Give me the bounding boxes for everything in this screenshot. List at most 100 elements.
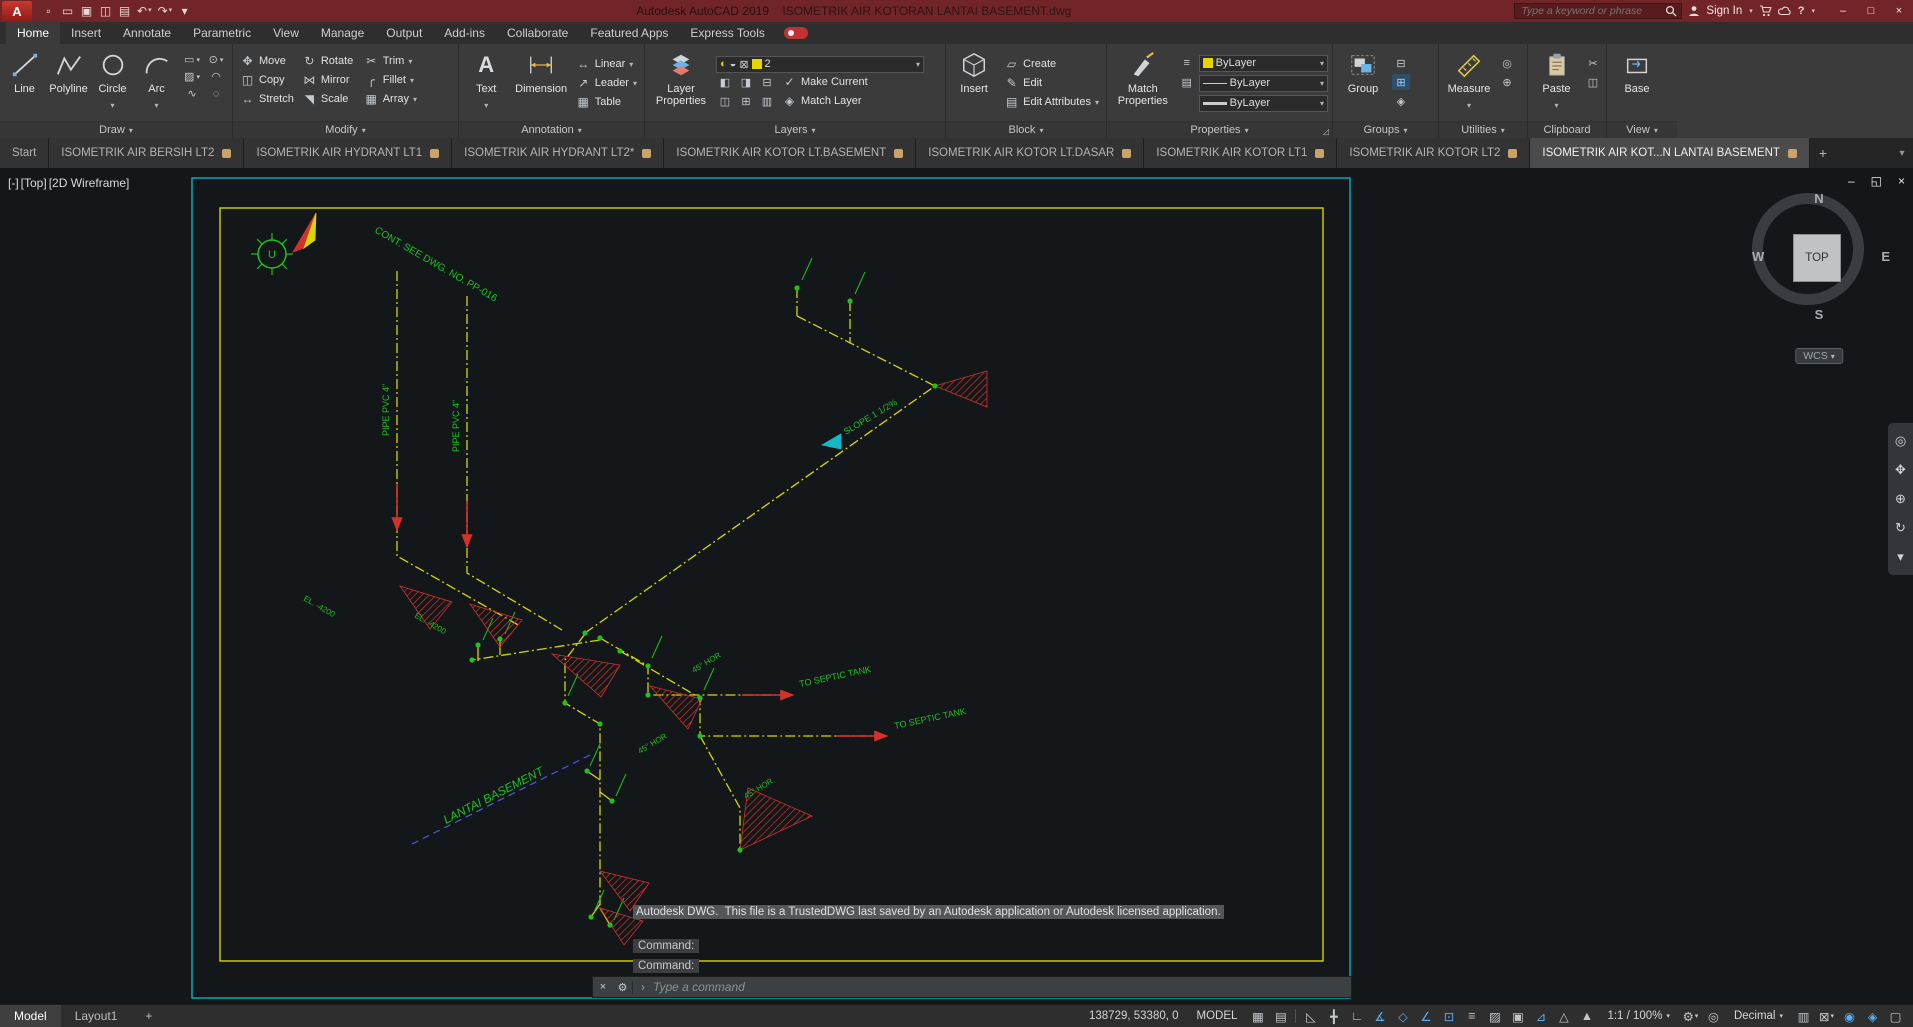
layer-on-tool[interactable]: ◫ bbox=[716, 93, 734, 109]
menu-tab-manage[interactable]: Manage bbox=[310, 22, 375, 44]
layer-freeze-tool[interactable]: ⊟ bbox=[758, 74, 776, 90]
plot-button[interactable]: ▤ bbox=[116, 2, 133, 20]
minimize-button[interactable]: – bbox=[1829, 0, 1857, 22]
copy-tool-button[interactable]: ◫ Copy bbox=[237, 70, 297, 89]
search-input[interactable] bbox=[1519, 4, 1666, 18]
linear-dimension-button[interactable]: ↔ Linear bbox=[573, 55, 640, 74]
fillet-tool-button[interactable]: ╭ Fillet bbox=[361, 70, 421, 89]
polyline-tool-button[interactable]: Polyline bbox=[48, 47, 89, 119]
zoom-icon[interactable]: ⊕ bbox=[1895, 491, 1906, 507]
graphics-performance-toggle[interactable]: ◈ bbox=[1861, 1007, 1884, 1026]
layer-combo[interactable]: ◐ ◒ ⊠ 2 bbox=[716, 55, 924, 73]
save-button[interactable]: ▣ bbox=[78, 2, 95, 20]
layers-panel-label[interactable]: Layers bbox=[645, 121, 945, 138]
app-store-cart-icon[interactable] bbox=[1759, 5, 1772, 17]
arc-extra-tool[interactable]: ◠ bbox=[204, 68, 228, 85]
annotation-scale-button[interactable]: 1:1 / 100% ▾ bbox=[1598, 1010, 1679, 1022]
id-point-icon[interactable]: ◎ bbox=[1498, 55, 1516, 71]
properties-table-icon[interactable]: ▤ bbox=[1178, 74, 1196, 90]
lock-ui-button[interactable]: ⊠ ▾ bbox=[1815, 1007, 1838, 1026]
leader-button[interactable]: ↗ Leader bbox=[573, 74, 640, 93]
properties-list-icon[interactable]: ≡ bbox=[1178, 55, 1196, 71]
properties-panel-label[interactable]: Properties bbox=[1107, 121, 1332, 138]
search-icon[interactable] bbox=[1665, 5, 1677, 17]
modify-panel-label[interactable]: Modify bbox=[233, 121, 458, 138]
search-box[interactable] bbox=[1514, 3, 1683, 19]
drawing-canvas[interactable]: CONT. SEE DWG. NO. PP-016 PIPE PVC 4" PIPE… bbox=[0, 168, 1913, 1004]
trim-tool-button[interactable]: ✂ Trim bbox=[361, 51, 421, 70]
ungroup-icon[interactable]: ⊟ bbox=[1392, 55, 1410, 71]
autocad-logo-icon[interactable]: A bbox=[2, 1, 32, 21]
ribbon-options-icon[interactable] bbox=[783, 27, 808, 39]
new-drawing-tab-button[interactable]: + bbox=[1810, 138, 1836, 168]
new-file-button[interactable]: ▫ bbox=[40, 2, 57, 20]
menu-tab-output[interactable]: Output bbox=[375, 22, 433, 44]
match-properties-button[interactable]: Match Properties bbox=[1111, 47, 1175, 119]
snap-mode-toggle[interactable]: ▤ bbox=[1269, 1007, 1292, 1026]
doc-minimize-button[interactable]: – bbox=[1848, 174, 1855, 188]
insert-block-button[interactable]: Insert bbox=[950, 47, 998, 119]
menu-tab-view[interactable]: View bbox=[262, 22, 310, 44]
group-edit-icon[interactable]: ⊞ bbox=[1392, 74, 1410, 90]
undo-button[interactable]: ↶ ▾ bbox=[135, 2, 154, 20]
menu-tab-collaborate[interactable]: Collaborate bbox=[496, 22, 579, 44]
help-icon[interactable]: ? bbox=[1798, 5, 1805, 17]
create-block-button[interactable]: ▱ Create bbox=[1001, 55, 1102, 74]
layer-thaw-tool[interactable]: ▥ bbox=[758, 93, 776, 109]
measure-button[interactable]: Measure bbox=[1443, 47, 1495, 119]
annotation-panel-label[interactable]: Annotation bbox=[459, 121, 644, 138]
coordinates-display[interactable]: 138729, 53380, 0 bbox=[1080, 1010, 1188, 1022]
command-input[interactable] bbox=[651, 979, 1351, 995]
grid-display-toggle[interactable]: ▦ bbox=[1246, 1007, 1269, 1026]
menu-tab-parametric[interactable]: Parametric bbox=[182, 22, 262, 44]
menu-tab-express-tools[interactable]: Express Tools bbox=[679, 22, 775, 44]
file-tab[interactable]: ISOMETRIK AIR HYDRANT LT2* bbox=[452, 138, 665, 168]
file-tab[interactable]: ISOMETRIK AIR HYDRANT LT1 bbox=[244, 138, 453, 168]
file-tab[interactable]: ISOMETRIK AIR KOTOR LT.BASEMENT bbox=[664, 138, 917, 168]
a360-cloud-icon[interactable] bbox=[1777, 5, 1792, 17]
selection-cycling-toggle[interactable]: ▣ bbox=[1506, 1007, 1529, 1026]
scale-tool-button[interactable]: ◥ Scale bbox=[299, 89, 359, 108]
wcs-dropdown[interactable]: WCS bbox=[1795, 348, 1843, 364]
quick-properties-toggle[interactable]: ▥ bbox=[1792, 1007, 1815, 1026]
maximize-button[interactable]: □ bbox=[1857, 0, 1885, 22]
match-layer-button[interactable]: ◈ Match Layer bbox=[779, 92, 865, 111]
autoscale-toggle[interactable]: ▲ bbox=[1575, 1007, 1598, 1026]
mirror-tool-button[interactable]: ⋈ Mirror bbox=[299, 70, 359, 89]
close-icon[interactable]: × bbox=[593, 981, 613, 993]
stretch-tool-button[interactable]: ↔ Stretch bbox=[237, 89, 297, 108]
file-tab[interactable]: ISOMETRIK AIR KOTOR LT.DASAR bbox=[916, 138, 1145, 168]
object-color-combo[interactable]: ByLayer bbox=[1198, 54, 1328, 72]
layer-isolate-tool[interactable]: ◨ bbox=[737, 74, 755, 90]
move-tool-button[interactable]: ✥ Move bbox=[237, 51, 297, 70]
file-tab[interactable]: ISOMETRIK AIR BERSIH LT2 bbox=[49, 138, 245, 168]
rectangle-tool[interactable]: ▭ ▾ bbox=[180, 51, 204, 68]
tab-overflow-button[interactable]: ▾ bbox=[1891, 138, 1913, 168]
linetype-combo[interactable]: ByLayer bbox=[1198, 74, 1328, 92]
object-snap-tracking-toggle[interactable]: ∠ bbox=[1414, 1007, 1437, 1026]
open-file-button[interactable]: ▭ bbox=[59, 2, 76, 20]
table-button[interactable]: ▦ Table bbox=[573, 93, 640, 112]
pan-icon[interactable]: ✥ bbox=[1895, 462, 1906, 478]
menu-tab-annotate[interactable]: Annotate bbox=[112, 22, 182, 44]
utilities-panel-label[interactable]: Utilities bbox=[1439, 121, 1527, 138]
customize-icon[interactable]: ⚙ bbox=[613, 980, 633, 994]
orbit-icon[interactable]: ↻ bbox=[1895, 520, 1906, 536]
save-as-button[interactable]: ◫ bbox=[97, 2, 114, 20]
text-tool-button[interactable]: A Text bbox=[463, 47, 510, 119]
viewcube-west[interactable]: W bbox=[1752, 249, 1764, 264]
point-tool[interactable]: ◌ bbox=[204, 85, 228, 102]
cut-icon[interactable]: ✂ bbox=[1584, 55, 1602, 71]
viewport-view-control[interactable]: [Top] bbox=[21, 176, 47, 190]
layer-properties-button[interactable]: Layer Properties bbox=[649, 47, 713, 119]
qat-customize-button[interactable]: ▾ bbox=[176, 2, 193, 20]
viewcube-south[interactable]: S bbox=[1749, 307, 1889, 322]
help-caret-icon[interactable]: ▾ bbox=[1811, 7, 1815, 15]
paste-button[interactable]: Paste bbox=[1532, 47, 1581, 119]
transparency-toggle[interactable]: ▨ bbox=[1483, 1007, 1506, 1026]
viewport-menu-control[interactable]: [-] bbox=[8, 176, 19, 190]
units-button[interactable]: Decimal ▾ bbox=[1725, 1010, 1792, 1022]
infer-constraints-toggle[interactable]: ◺ bbox=[1299, 1007, 1322, 1026]
annotation-visibility-toggle[interactable]: △ bbox=[1552, 1007, 1575, 1026]
dimension-tool-button[interactable]: Dimension bbox=[513, 47, 570, 119]
